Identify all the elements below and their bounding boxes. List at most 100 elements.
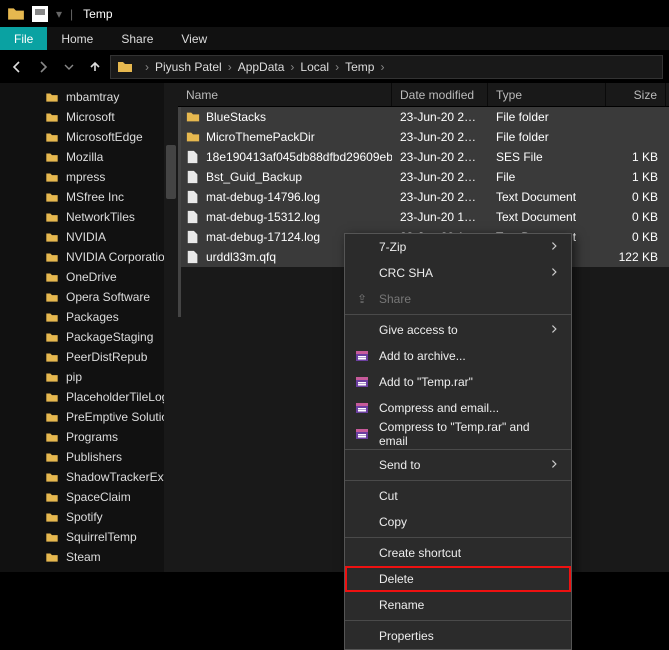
tree-item-label: MicrosoftEdge [66, 130, 143, 144]
nav-forward-button[interactable] [32, 56, 54, 78]
tree-item[interactable]: Mozilla [0, 147, 178, 167]
tree-item[interactable]: ShadowTrackerExtra [0, 467, 178, 487]
file-row[interactable]: mat-debug-14796.log23-Jun-20 22:38Text D… [178, 187, 669, 207]
folder-icon [44, 291, 60, 304]
crumb-sep-icon: › [228, 60, 232, 74]
tree-item[interactable]: Microsoft [0, 107, 178, 127]
tree-item[interactable]: TechSmith [0, 567, 178, 572]
crumb-part[interactable]: Piyush Patel [155, 60, 222, 74]
tree-item-label: ShadowTrackerExtra [66, 470, 178, 484]
file-row[interactable]: MicroThemePackDir23-Jun-20 22:16File fol… [178, 127, 669, 147]
pane-scrollbar-thumb[interactable] [178, 107, 181, 317]
tree-item[interactable]: SquirrelTemp [0, 527, 178, 547]
context-menu-item[interactable]: Properties [345, 623, 571, 649]
tree-scrollbar-track[interactable] [164, 83, 178, 572]
crumb-sep-icon: › [290, 60, 294, 74]
tree-item-label: mbamtray [66, 90, 119, 104]
quick-access-save-icon[interactable] [31, 5, 49, 23]
context-menu-item[interactable]: Cut [345, 483, 571, 509]
folder-icon [44, 371, 60, 384]
context-menu-item[interactable]: Compress to "Temp.rar" and email [345, 421, 571, 447]
nav-up-button[interactable] [84, 56, 106, 78]
tree-item-label: pip [66, 370, 82, 384]
tree-item[interactable]: Steam [0, 547, 178, 567]
tree-item[interactable]: SpaceClaim [0, 487, 178, 507]
context-menu-item[interactable]: CRC SHA [345, 260, 571, 286]
context-menu-item[interactable]: Rename [345, 592, 571, 618]
context-menu-item[interactable]: Delete [345, 566, 571, 592]
file-name: mat-debug-17124.log [206, 230, 320, 244]
file-name: mat-debug-15312.log [206, 210, 320, 224]
col-header-type[interactable]: Type [488, 83, 606, 106]
context-menu-item[interactable]: Create shortcut [345, 540, 571, 566]
tab-file[interactable]: File [0, 27, 47, 50]
file-size: 0 KB [606, 230, 666, 244]
tree-item[interactable]: PlaceholderTileLogo [0, 387, 178, 407]
file-size: 122 KB [606, 250, 666, 264]
tree-item[interactable]: Spotify [0, 507, 178, 527]
tree-item[interactable]: Opera Software [0, 287, 178, 307]
tree-item[interactable]: mbamtray [0, 87, 178, 107]
file-type: File [488, 170, 606, 184]
file-row[interactable]: mat-debug-15312.log23-Jun-20 16:06Text D… [178, 207, 669, 227]
tree-item[interactable]: PeerDistRepub [0, 347, 178, 367]
tree-item[interactable]: Publishers [0, 447, 178, 467]
tree-item[interactable]: pip [0, 367, 178, 387]
file-size: 1 KB [606, 170, 666, 184]
context-menu-item[interactable]: Give access to [345, 317, 571, 343]
tree-item[interactable]: PackageStaging [0, 327, 178, 347]
tree-item[interactable]: MSfree Inc [0, 187, 178, 207]
tab-view[interactable]: View [167, 27, 221, 50]
col-header-date[interactable]: Date modified [392, 83, 488, 106]
context-menu-item[interactable]: Send to [345, 452, 571, 478]
tree-item-label: mpress [66, 170, 105, 184]
col-header-size[interactable]: Size [606, 83, 666, 106]
tree-item[interactable]: PreEmptive Solution [0, 407, 178, 427]
title-separator-2: | [70, 7, 73, 21]
context-menu-item[interactable]: Compress and email... [345, 395, 571, 421]
crumb-part[interactable]: Local [300, 60, 329, 74]
tab-share[interactable]: Share [107, 27, 167, 50]
folder-icon [44, 171, 60, 184]
folder-icon [44, 391, 60, 404]
tree-item[interactable]: NVIDIA [0, 227, 178, 247]
tree-scrollbar-thumb[interactable] [166, 145, 176, 199]
tree-item[interactable]: NVIDIA Corporation [0, 247, 178, 267]
tab-home[interactable]: Home [47, 27, 107, 50]
folder-tree[interactable]: mbamtray Microsoft MicrosoftEdge Mozilla mpr… [0, 83, 178, 572]
context-menu-item[interactable]: Add to "Temp.rar" [345, 369, 571, 395]
context-menu-item[interactable]: 7-Zip [345, 234, 571, 260]
nav-back-button[interactable] [6, 56, 28, 78]
tree-item[interactable]: MicrosoftEdge [0, 127, 178, 147]
tree-item-label: PeerDistRepub [66, 350, 147, 364]
folder-icon [44, 491, 60, 504]
nav-recent-dropdown[interactable] [58, 56, 80, 78]
file-row[interactable]: Bst_Guid_Backup23-Jun-20 22:03File1 KB [178, 167, 669, 187]
title-bar: ▾ | Temp [0, 0, 669, 27]
context-menu-item[interactable]: Add to archive... [345, 343, 571, 369]
file-row[interactable]: BlueStacks23-Jun-20 21:59File folder [178, 107, 669, 127]
file-icon [186, 169, 200, 185]
context-menu-label: Create shortcut [379, 546, 461, 560]
context-menu-item[interactable]: Copy [345, 509, 571, 535]
tree-item[interactable]: mpress [0, 167, 178, 187]
crumb-part[interactable]: AppData [238, 60, 285, 74]
folder-icon [44, 311, 60, 324]
tree-item[interactable]: Packages [0, 307, 178, 327]
tree-item[interactable]: OneDrive [0, 267, 178, 287]
file-row[interactable]: 18e190413af045db88dfbd29609eb877.d..23-J… [178, 147, 669, 167]
file-icon [186, 209, 200, 225]
file-icon [186, 189, 200, 205]
submenu-arrow-icon [549, 458, 561, 473]
context-menu-label: Send to [379, 458, 420, 472]
tree-item[interactable]: NetworkTiles [0, 207, 178, 227]
tree-item-label: PlaceholderTileLogo [66, 390, 175, 404]
context-menu-label: Copy [379, 515, 407, 529]
crumb-part[interactable]: Temp [345, 60, 374, 74]
file-date: 23-Jun-20 16:06 [392, 210, 488, 224]
context-menu-label: 7-Zip [379, 240, 406, 254]
context-menu-label: Properties [379, 629, 434, 643]
tree-item[interactable]: Programs [0, 427, 178, 447]
col-header-name[interactable]: Name [178, 83, 392, 106]
address-bar[interactable]: › Piyush Patel › AppData › Local › Temp … [110, 55, 663, 79]
